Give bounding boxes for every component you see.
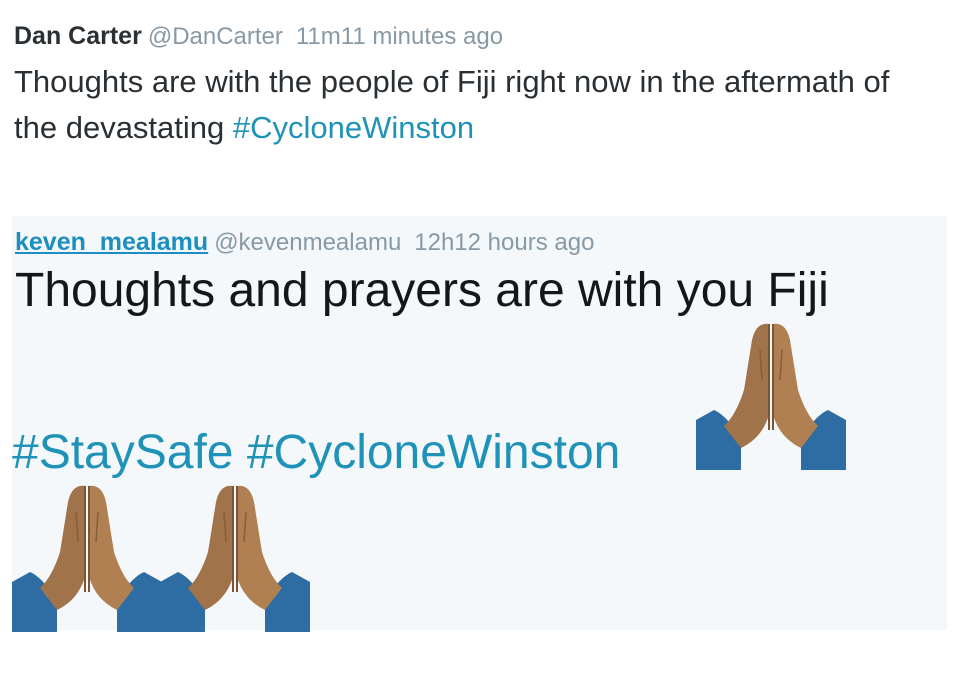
folded-hands-icon [696,320,846,470]
hashtag-cyclonewinston[interactable]: #CycloneWinston [247,426,621,479]
tweet-dan-carter: Dan Carter @DanCarter 11m11 minutes ago T… [14,18,944,151]
hashtag-staysafe[interactable]: #StaySafe [12,426,233,479]
tweet-timestamp[interactable]: 11m11 minutes ago [296,23,503,50]
tweet-keven-mealamu: keven_mealamu @kevenmealamu 12h12 hours a… [12,216,947,632]
author-name[interactable]: Dan Carter [14,22,142,50]
tweet-header: keven_mealamu @kevenmealamu 12h12 hours a… [15,224,594,261]
folded-hands-icon [12,482,162,632]
folded-hands-icon [160,482,310,632]
tweet-timestamp[interactable]: 12h12 hours ago [414,229,594,256]
tweet-header: Dan Carter @DanCarter 11m11 minutes ago [14,18,944,55]
tweet-hashtag-line: #StaySafe #CycloneWinston [12,424,620,482]
author-handle[interactable]: @DanCarter [148,23,283,50]
author-handle[interactable]: @kevenmealamu [214,229,401,256]
hashtag-cyclonewinston[interactable]: #CycloneWinston [233,110,474,145]
author-name[interactable]: keven_mealamu [15,228,208,256]
tweet-text: Thoughts are with the people of Fiji rig… [14,59,934,151]
tweet-text-line: Thoughts and prayers are with you Fiji [15,264,829,317]
